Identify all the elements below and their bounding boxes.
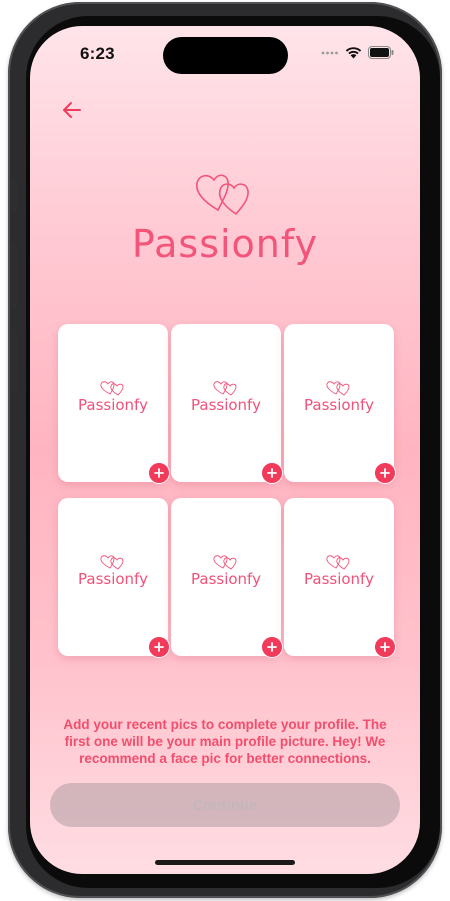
hint-text: Add your recent pics to complete your pr… [63,717,387,766]
add-photo-button[interactable] [374,636,396,658]
placeholder-name: Passionfy [191,396,261,414]
hearts-icon [326,555,350,570]
add-photo-button[interactable] [148,462,170,484]
placeholder-name: Passionfy [304,570,374,588]
status-time: 6:23 [80,44,115,63]
volume-up-button [11,242,17,308]
add-photo-button[interactable] [261,636,283,658]
placeholder-name: Passionfy [191,570,261,588]
hearts-icon [195,174,249,216]
placeholder-logo: Passionfy [284,554,394,588]
placeholder-name: Passionfy [78,570,148,588]
cellular-signal-icon [321,51,338,54]
silent-switch [11,178,17,212]
placeholder-logo: Passionfy [284,380,394,414]
photo-slot-1[interactable]: Passionfy [58,324,170,484]
back-button[interactable] [60,98,84,122]
volume-down-button [11,328,17,394]
arrow-left-icon [63,102,81,118]
photo-slot-6[interactable]: Passionfy [284,498,396,658]
dynamic-island [163,37,288,74]
battery-icon [368,46,394,59]
hearts-icon [213,555,237,570]
hearts-icon [100,555,124,570]
photo-slot-3[interactable]: Passionfy [284,324,396,484]
add-photo-button[interactable] [374,462,396,484]
photo-grid: Passionfy Passionfy Passionfy Passionfy … [58,324,396,658]
plus-icon [267,468,277,478]
wifi-icon [345,47,362,59]
placeholder-logo: Passionfy [171,554,281,588]
screen: 6:23 Passionfy Passionfy Passionfy Passi… [30,26,420,874]
plus-icon [380,468,390,478]
photo-slot-2[interactable]: Passionfy [171,324,283,484]
plus-icon [154,468,164,478]
hearts-icon [326,381,350,396]
continue-button[interactable]: Continue [50,783,400,827]
photo-slot-4[interactable]: Passionfy [58,498,170,658]
add-photo-button[interactable] [261,462,283,484]
hearts-icon [100,381,124,396]
plus-icon [267,642,277,652]
placeholder-name: Passionfy [78,396,148,414]
status-icons [321,46,394,59]
placeholder-logo: Passionfy [171,380,281,414]
add-photo-button[interactable] [148,636,170,658]
brand-name: Passionfy [131,222,319,266]
brand-logo: Passionfy [30,170,420,266]
placeholder-name: Passionfy [304,396,374,414]
plus-icon [380,642,390,652]
photo-slot-5[interactable]: Passionfy [171,498,283,658]
placeholder-logo: Passionfy [58,380,168,414]
hearts-icon [213,381,237,396]
plus-icon [154,642,164,652]
placeholder-logo: Passionfy [58,554,168,588]
home-indicator[interactable] [155,860,295,865]
